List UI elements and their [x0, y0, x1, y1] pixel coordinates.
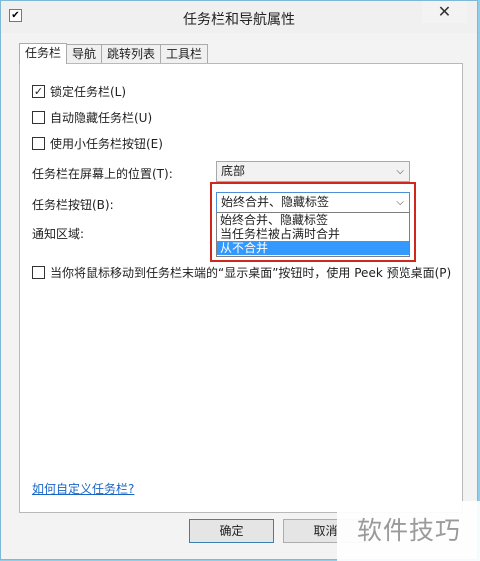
close-button[interactable]: ✕ — [422, 1, 467, 23]
auto-hide-label: 自动隐藏任务栏(U) — [50, 111, 153, 125]
properties-dialog: ✔ 任务栏和导航属性 ✕ 任务栏 导航 跳转列表 工具栏 ✓ 锁定任务栏(L) … — [0, 0, 480, 561]
ok-button[interactable]: 确定 — [189, 519, 274, 543]
help-link[interactable]: 如何自定义任务栏? — [32, 480, 134, 497]
small-buttons-option[interactable]: 使用小任务栏按钮(E) — [32, 135, 163, 152]
taskbar-tab-panel: ✓ 锁定任务栏(L) 自动隐藏任务栏(U) 使用小任务栏按钮(E) 任务栏在屏幕… — [19, 63, 463, 513]
peek-option[interactable]: 当你将鼠标移动到任务栏末端的“显示桌面”按钮时，使用 Peek 预览桌面(P) — [32, 264, 451, 281]
auto-hide-checkbox[interactable] — [32, 111, 45, 124]
title-bar: ✔ 任务栏和导航属性 ✕ — [1, 1, 477, 33]
notification-area-label: 通知区域: — [32, 227, 85, 241]
lock-taskbar-checkbox[interactable]: ✓ — [32, 85, 45, 98]
watermark: 软件技巧 — [337, 501, 480, 561]
lock-taskbar-label: 锁定任务栏(L) — [50, 85, 127, 99]
dropdown-option-always-combine[interactable]: 始终合并、隐藏标签 — [217, 213, 409, 227]
tab-taskbar[interactable]: 任务栏 — [19, 43, 68, 64]
chevron-down-icon: ⌵ — [396, 166, 404, 177]
dropdown-option-never-combine[interactable]: 从不合并 — [217, 241, 409, 255]
taskbar-buttons-value: 始终合并、隐藏标签 — [221, 195, 330, 209]
dropdown-option-combine-when-full[interactable]: 当任务栏被占满时合并 — [217, 227, 409, 241]
taskbar-buttons-select[interactable]: 始终合并、隐藏标签 ⌵ — [216, 192, 410, 213]
small-buttons-label: 使用小任务栏按钮(E) — [50, 137, 163, 151]
tab-jump-lists[interactable]: 跳转列表 — [101, 44, 162, 63]
close-icon: ✕ — [437, 2, 452, 21]
tab-strip: 任务栏 导航 跳转列表 工具栏 — [19, 43, 209, 64]
auto-hide-option[interactable]: 自动隐藏任务栏(U) — [32, 109, 152, 126]
peek-label: 当你将鼠标移动到任务栏末端的“显示桌面”按钮时，使用 Peek 预览桌面(P) — [50, 266, 452, 280]
position-select[interactable]: 底部 ⌵ — [216, 161, 410, 182]
window-title: 任务栏和导航属性 — [183, 12, 295, 28]
lock-taskbar-option[interactable]: ✓ 锁定任务栏(L) — [32, 83, 126, 100]
tab-navigation[interactable]: 导航 — [66, 44, 103, 63]
taskbar-buttons-dropdown: 始终合并、隐藏标签 当任务栏被占满时合并 从不合并 — [216, 212, 410, 257]
buttons-setting-label: 任务栏按钮(B): — [32, 198, 114, 212]
position-label: 任务栏在屏幕上的位置(T): — [32, 167, 173, 181]
position-value: 底部 — [221, 164, 246, 178]
chevron-down-icon: ⌵ — [396, 197, 404, 208]
tab-toolbars[interactable]: 工具栏 — [160, 44, 209, 63]
small-buttons-checkbox[interactable] — [32, 137, 45, 150]
peek-checkbox[interactable] — [32, 266, 45, 279]
